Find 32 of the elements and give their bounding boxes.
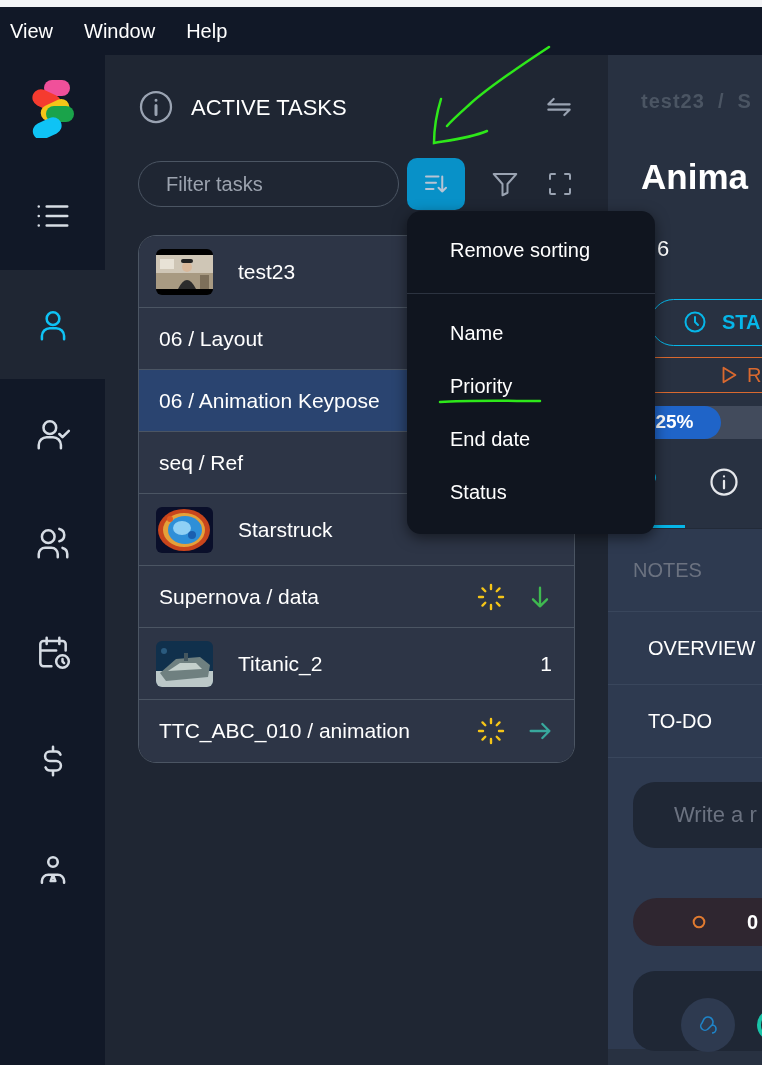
task-subtitle: 6 <box>656 234 671 263</box>
task-name: seq / Ref <box>159 449 244 476</box>
task-row[interactable]: TTC_ABC_010 / animation <box>139 700 574 762</box>
menu-item[interactable]: View <box>10 16 53 46</box>
task-name: Titanic_2 <box>238 650 323 678</box>
circle-icon <box>691 913 707 930</box>
task-name: Supernova / data <box>159 583 319 610</box>
task-row[interactable]: Titanic_2 1 <box>139 628 574 700</box>
task-title: Anima <box>640 156 750 198</box>
task-name: test23 <box>238 258 296 285</box>
sort-button[interactable] <box>407 158 465 210</box>
task-name: 06 / Animation Keypose <box>159 387 380 414</box>
loading-icon <box>475 715 507 747</box>
comment-field[interactable]: Write a r <box>633 781 762 848</box>
task-name: TTC_ABC_010 / animation <box>159 718 410 745</box>
menu-item[interactable]: Window <box>84 16 156 46</box>
section-tab[interactable]: TO-DO <box>608 684 762 758</box>
task-count: 1 <box>540 650 552 677</box>
panel-title: ACTIVE TASKS <box>191 93 348 122</box>
filter-field[interactable]: Filter tasks <box>138 161 399 207</box>
progress-reading: 25% <box>655 409 694 434</box>
task-name: 06 / Layout <box>159 325 263 352</box>
section-tab[interactable]: OVERVIEW <box>608 611 762 685</box>
counter-pill: 0 <box>633 897 762 946</box>
task-row[interactable]: Supernova / data <box>139 566 574 628</box>
info-icon[interactable] <box>138 89 174 125</box>
avatar-icon <box>681 997 735 1052</box>
logo-icon[interactable] <box>29 79 76 138</box>
info-icon <box>708 466 739 497</box>
task-name: Starstruck <box>238 516 333 543</box>
menu-item[interactable]: Help <box>186 16 228 46</box>
clock-icon <box>683 310 707 334</box>
